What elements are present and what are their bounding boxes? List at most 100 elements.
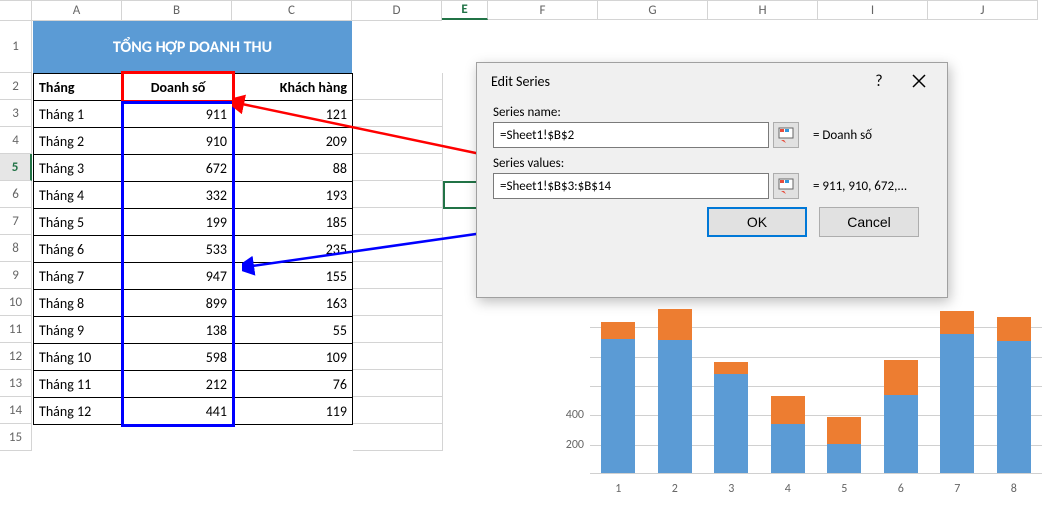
col-header-B[interactable]: B	[122, 1, 232, 21]
col-header-F[interactable]: F	[488, 0, 598, 20]
empty-cell[interactable]	[353, 289, 443, 316]
cell-doanhso[interactable]: 533	[123, 235, 233, 263]
cell-doanhso[interactable]: 947	[123, 262, 233, 290]
column-headers-right: E F G H I J	[442, 0, 1038, 20]
chart-x-tick: 6	[881, 482, 921, 496]
empty-cell[interactable]	[353, 235, 443, 262]
series-name-label: Series name:	[493, 105, 931, 120]
cell-thang[interactable]: Tháng 1	[33, 100, 123, 128]
cell-doanhso[interactable]: 911	[123, 100, 233, 128]
cell-khach[interactable]: 209	[233, 127, 353, 155]
row-header-14[interactable]: 14	[0, 397, 32, 424]
cell-thang[interactable]: Tháng 7	[33, 262, 123, 290]
dialog-title: Edit Series	[491, 73, 859, 90]
cell-khach[interactable]: 109	[233, 343, 353, 371]
cell-khach[interactable]: 119	[233, 397, 353, 425]
cell-thang[interactable]: Tháng 10	[33, 343, 123, 371]
col-header-A[interactable]: A	[32, 1, 122, 21]
row-header-5[interactable]: 5	[0, 154, 32, 181]
cell-khach[interactable]: 235	[233, 235, 353, 263]
empty-cell[interactable]	[353, 370, 443, 397]
dialog-titlebar[interactable]: Edit Series ?	[477, 63, 947, 99]
cell-doanhso[interactable]: 899	[123, 289, 233, 317]
row-header-8[interactable]: 8	[0, 235, 32, 262]
empty-cell[interactable]	[353, 181, 443, 208]
cell-thang[interactable]: Tháng 12	[33, 397, 123, 425]
cell-khach[interactable]: 55	[233, 316, 353, 344]
cell-doanhso[interactable]: 199	[123, 208, 233, 236]
cell-thang[interactable]: Tháng 6	[33, 235, 123, 263]
cell-khach[interactable]: 88	[233, 154, 353, 182]
empty-cell[interactable]	[353, 127, 443, 154]
row-header-1[interactable]: 1	[0, 21, 32, 73]
table-title[interactable]: TỔNG HỢP DOANH THU	[33, 21, 352, 73]
row-header-7[interactable]: 7	[0, 208, 32, 235]
col-header-G[interactable]: G	[598, 0, 708, 20]
collapse-dialog-icon[interactable]	[773, 173, 799, 199]
empty-cell[interactable]	[353, 100, 443, 127]
series-name-input[interactable]	[493, 122, 769, 148]
row-header-11[interactable]: 11	[0, 316, 32, 343]
cell-thang[interactable]: Tháng 4	[33, 181, 123, 209]
col-header-C[interactable]: C	[232, 1, 352, 21]
dialog-close-button[interactable]	[899, 66, 939, 96]
row-header-2[interactable]: 2	[0, 73, 32, 100]
row-header-10[interactable]: 10	[0, 289, 32, 316]
row-header-6[interactable]: 6	[0, 181, 32, 208]
cell-khach[interactable]: 185	[233, 208, 353, 236]
select-all-corner[interactable]	[0, 1, 32, 21]
row-header-12[interactable]: 12	[0, 343, 32, 370]
cell-khach[interactable]: 193	[233, 181, 353, 209]
cancel-button[interactable]: Cancel	[819, 207, 919, 237]
cell-khach[interactable]: 163	[233, 289, 353, 317]
empty-cell[interactable]	[353, 316, 443, 343]
cell-doanhso[interactable]: 598	[123, 343, 233, 371]
cell-doanhso[interactable]: 212	[123, 370, 233, 398]
series-values-input[interactable]	[493, 173, 769, 199]
empty-cell[interactable]	[353, 154, 443, 181]
header-khachhang[interactable]: Khách hàng	[233, 73, 353, 101]
chart-x-tick: 7	[937, 482, 977, 496]
cell-khach[interactable]: 155	[233, 262, 353, 290]
row-header-13[interactable]: 13	[0, 370, 32, 397]
header-thang[interactable]: Tháng	[33, 73, 123, 101]
column-headers: A B C D	[0, 0, 480, 21]
cell-thang[interactable]: Tháng 2	[33, 127, 123, 155]
cell-khach[interactable]: 121	[233, 100, 353, 128]
col-header-E[interactable]: E	[442, 0, 488, 20]
col-header-J[interactable]: J	[928, 0, 1038, 20]
empty-cell[interactable]	[353, 343, 443, 370]
cell-doanhso[interactable]: 332	[123, 181, 233, 209]
empty-cell[interactable]	[353, 397, 443, 424]
cell-doanhso[interactable]: 910	[123, 127, 233, 155]
col-header-I[interactable]: I	[818, 0, 928, 20]
collapse-dialog-icon[interactable]	[773, 122, 799, 148]
empty-cell[interactable]	[353, 262, 443, 289]
col-header-D[interactable]: D	[352, 1, 442, 21]
row-header-9[interactable]: 9	[0, 262, 32, 289]
row-header-15[interactable]: 15	[0, 424, 32, 451]
series-name-preview: = Doanh số	[813, 128, 872, 143]
chart[interactable]: 20040012345678	[540, 298, 1042, 508]
cell-thang[interactable]: Tháng 5	[33, 208, 123, 236]
cell-thang[interactable]: Tháng 9	[33, 316, 123, 344]
cell-doanhso[interactable]: 138	[123, 316, 233, 344]
empty-cell[interactable]	[353, 424, 443, 451]
col-header-H[interactable]: H	[708, 0, 818, 20]
cell-thang[interactable]: Tháng 11	[33, 370, 123, 398]
chart-x-tick: 3	[711, 482, 751, 496]
cell-thang[interactable]: Tháng 8	[33, 289, 123, 317]
ok-button[interactable]: OK	[707, 207, 807, 237]
cell-khach[interactable]: 76	[233, 370, 353, 398]
chart-x-tick: 8	[994, 482, 1034, 496]
series-values-preview: = 911, 910, 672,...	[813, 179, 907, 194]
row-header-3[interactable]: 3	[0, 100, 32, 127]
cell-thang[interactable]: Tháng 3	[33, 154, 123, 182]
empty-cell[interactable]	[353, 208, 443, 235]
cell-doanhso[interactable]: 441	[123, 397, 233, 425]
cell-doanhso[interactable]: 672	[123, 154, 233, 182]
dialog-help-button[interactable]: ?	[859, 66, 899, 96]
header-doanhso[interactable]: Doanh số	[123, 73, 233, 101]
row-header-4[interactable]: 4	[0, 127, 32, 154]
empty-cell[interactable]	[353, 73, 443, 100]
